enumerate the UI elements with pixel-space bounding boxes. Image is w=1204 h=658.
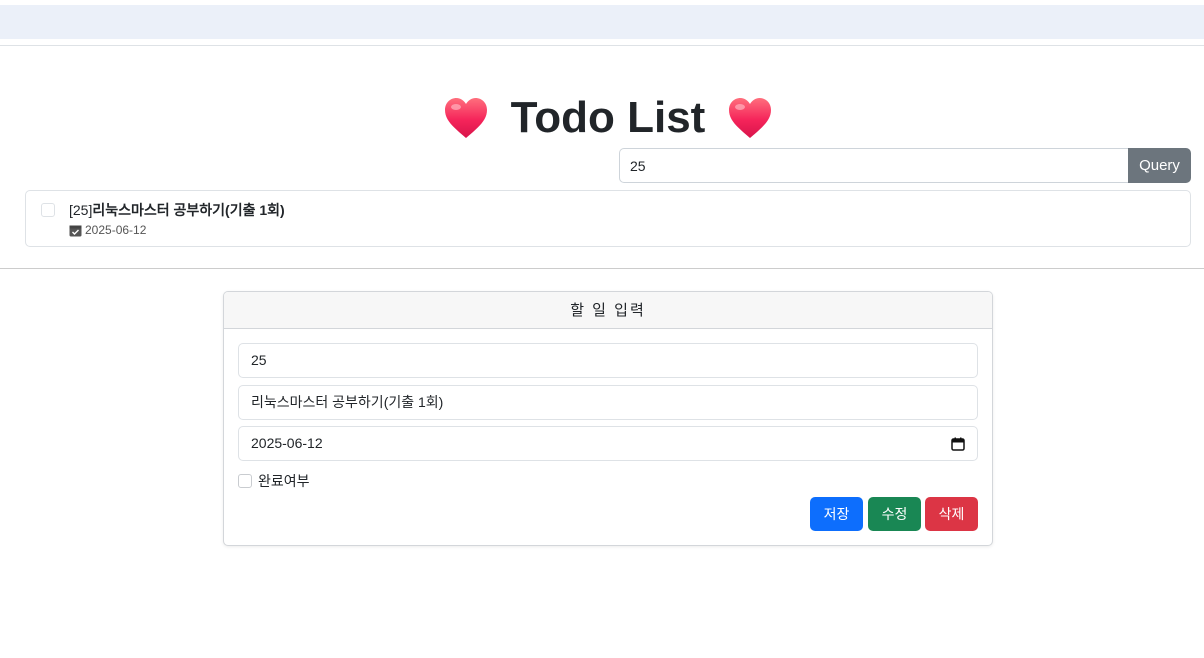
query-group: Query bbox=[619, 148, 1191, 183]
delete-button[interactable]: 삭제 bbox=[925, 497, 978, 531]
heart-icon bbox=[444, 98, 487, 138]
top-divider bbox=[0, 45, 1204, 46]
todo-id: [25] bbox=[69, 202, 93, 218]
calendar-picker-icon[interactable] bbox=[951, 437, 965, 451]
query-button[interactable]: Query bbox=[1128, 148, 1191, 183]
todo-title-text: 리눅스마스터 공부하기(기출 1회) bbox=[92, 202, 285, 218]
title-text: Todo List bbox=[510, 93, 706, 142]
list-item[interactable]: [25]리눅스마스터 공부하기(기출 1회) 2025-06-12 bbox=[25, 190, 1191, 247]
edit-button[interactable]: 수정 bbox=[868, 497, 921, 531]
todo-date-text: 2025-06-12 bbox=[85, 223, 147, 237]
section-divider bbox=[0, 268, 1204, 269]
todo-date: 2025-06-12 bbox=[69, 222, 146, 238]
todo-title: [25]리눅스마스터 공부하기(기출 1회) bbox=[69, 201, 285, 219]
calendar-icon bbox=[69, 225, 82, 236]
title-field[interactable]: 리눅스마스터 공부하기(기출 1회) bbox=[238, 385, 978, 420]
form-header: 할 일 입력 bbox=[224, 292, 992, 329]
done-checkbox[interactable] bbox=[238, 474, 252, 488]
date-field-value: 2025-06-12 bbox=[251, 435, 323, 451]
heart-icon bbox=[729, 98, 772, 138]
page-title: Todo List bbox=[0, 88, 1204, 148]
done-label: 완료여부 bbox=[258, 473, 310, 489]
date-field[interactable]: 2025-06-12 bbox=[238, 426, 978, 461]
id-field[interactable]: 25 bbox=[238, 343, 978, 378]
query-input[interactable] bbox=[619, 148, 1128, 183]
done-checkbox-row[interactable]: 완료여부 bbox=[238, 471, 310, 491]
top-navbar bbox=[0, 5, 1204, 39]
save-button[interactable]: 저장 bbox=[810, 497, 863, 531]
todo-form-card: 할 일 입력 25 리눅스마스터 공부하기(기출 1회) 2025-06-12 … bbox=[223, 291, 993, 546]
todo-done-checkbox[interactable] bbox=[41, 203, 55, 217]
